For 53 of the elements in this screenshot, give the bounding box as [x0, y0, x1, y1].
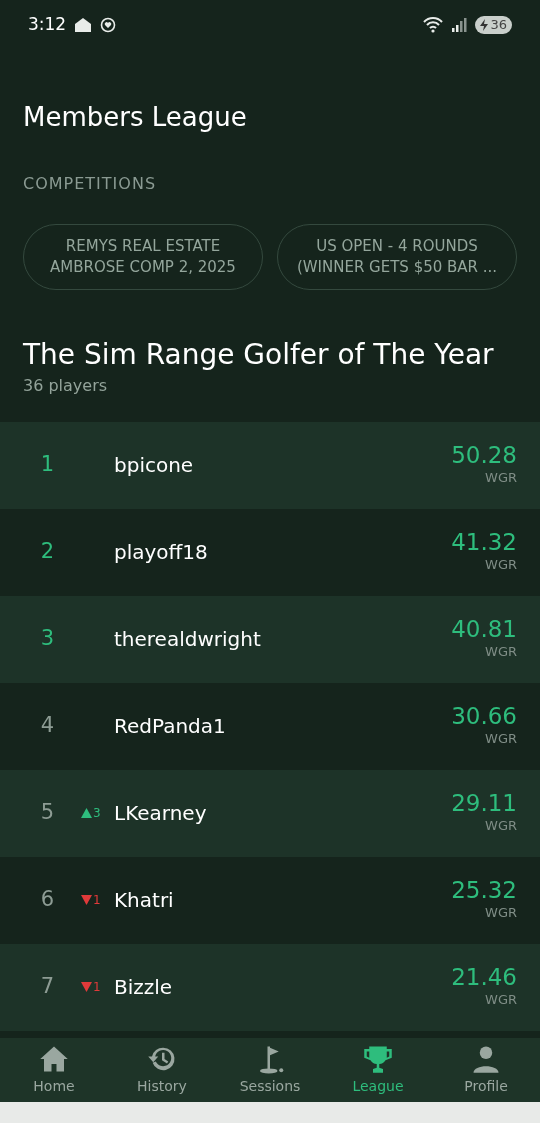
leaderboard-row[interactable]: 3 therealdwright 40.81 WGR	[0, 595, 540, 683]
health-icon	[100, 17, 117, 33]
nav-tab[interactable]: League	[324, 1038, 432, 1102]
score-value: 50.28	[451, 442, 517, 468]
player-name: RedPanda1	[114, 713, 227, 741]
leaderboard-row[interactable]: 5 3 LKearney 29.11 WGR	[0, 769, 540, 857]
rank-number: 3	[39, 625, 56, 653]
nav-tab[interactable]: Home	[0, 1038, 108, 1102]
player-name: Bizzle	[114, 974, 174, 1002]
score-value: 21.46	[451, 964, 517, 990]
player-name: therealdwright	[114, 626, 262, 654]
score-unit: WGR	[485, 469, 517, 487]
score-unit: WGR	[485, 730, 517, 748]
rank-change: 3	[81, 804, 101, 823]
page-title: Members League	[22, 101, 248, 135]
rank-number: 4	[39, 712, 56, 740]
rank-number: 2	[39, 538, 56, 566]
rank-number: 6	[39, 886, 56, 914]
leaderboard-row[interactable]: 2 playoff18 41.32 WGR	[0, 508, 540, 596]
league-title: The Sim Range Golfer of The Year	[22, 338, 495, 372]
leaderboard-row[interactable]: 7 1 Bizzle 21.46 WGR	[0, 943, 540, 1031]
rank-change: 1	[81, 891, 101, 910]
score-unit: WGR	[485, 991, 517, 1009]
charging-icon	[480, 19, 489, 31]
leaderboard-row[interactable]: 4 RedPanda1 30.66 WGR	[0, 682, 540, 770]
score-value: 29.11	[451, 790, 517, 816]
nav-tab[interactable]: Sessions	[216, 1038, 324, 1102]
score-value: 41.32	[451, 529, 517, 555]
battery-indicator: 36	[475, 16, 512, 34]
player-name: LKearney	[114, 800, 208, 828]
score-unit: WGR	[485, 643, 517, 661]
rank-number: 1	[39, 451, 56, 479]
score-unit: WGR	[485, 904, 517, 922]
leaderboard-row[interactable]: 6 1 Khatri 25.32 WGR	[0, 856, 540, 944]
player-name: Khatri	[114, 887, 175, 915]
section-label: COMPETITIONS	[22, 173, 158, 195]
leaderboard-row[interactable]: 1 bpicone 50.28 WGR	[0, 421, 540, 509]
player-name: bpicone	[114, 452, 195, 480]
score-value: 40.81	[451, 616, 517, 642]
app-notification-icon	[74, 17, 93, 33]
player-name: playoff18	[114, 539, 209, 567]
score-value: 25.32	[451, 877, 517, 903]
signal-icon	[451, 17, 468, 33]
score-unit: WGR	[485, 556, 517, 574]
rank-change: 1	[81, 978, 101, 997]
rank-number: 5	[39, 799, 56, 827]
nav-tab[interactable]: Profile	[432, 1038, 540, 1102]
player-count: 36 players	[22, 374, 109, 397]
score-unit: WGR	[485, 817, 517, 835]
nav-tab[interactable]: History	[108, 1038, 216, 1102]
rank-number: 7	[39, 973, 56, 1001]
score-value: 30.66	[451, 703, 517, 729]
status-time: 3:12	[28, 13, 67, 37]
